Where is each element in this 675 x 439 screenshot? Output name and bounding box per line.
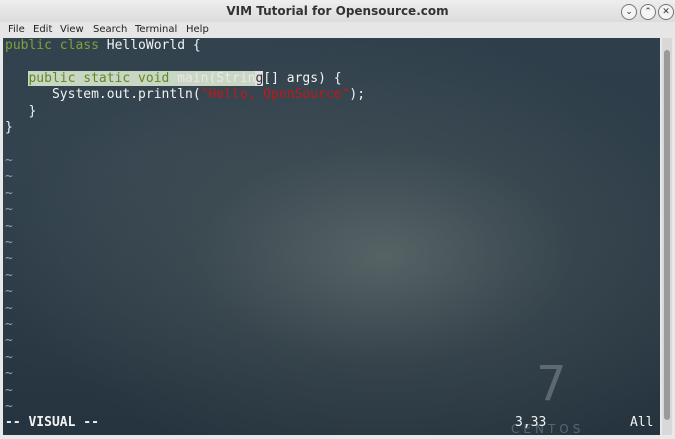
tilde-marker: ~ — [5, 382, 13, 398]
tilde-marker: ~ — [5, 185, 13, 201]
tilde-marker: ~ — [5, 153, 13, 168]
tilde-marker: ~ — [5, 399, 13, 414]
tilde-marker: ~ — [5, 202, 13, 218]
menu-help[interactable]: Help — [186, 24, 209, 35]
tilde-marker: ~ — [5, 300, 13, 316]
code-line-4: System.out.println("Hello, OpenSource"); — [51, 87, 366, 102]
menu-search[interactable]: Search — [93, 24, 127, 35]
vim-editor-area[interactable]: 7 CENTOS public class HelloWorld { publi… — [3, 38, 660, 435]
vim-mode-indicator: -- VISUAL -- — [5, 415, 99, 430]
tilde-marker: ~ — [5, 284, 13, 300]
tilde-marker: ~ — [5, 333, 13, 349]
centos-watermark-number: 7 — [536, 356, 567, 412]
scrollbar[interactable] — [662, 38, 672, 435]
tilde-marker: ~ — [5, 366, 13, 382]
code-line-5: } — [5, 104, 37, 119]
tilde-marker: ~ — [5, 317, 13, 332]
minimize-icon[interactable]: ⌄ — [621, 4, 637, 20]
scroll-position: All — [630, 415, 654, 430]
code-line-1: public class HelloWorld { — [5, 38, 201, 53]
code-line-6: } — [5, 120, 13, 135]
window-title: VIM Tutorial for Opensource.com — [226, 4, 449, 18]
menu-terminal[interactable]: Terminal — [135, 24, 177, 35]
tilde-marker: ~ — [5, 169, 13, 185]
tilde-marker: ~ — [5, 251, 13, 267]
scrollbar-thumb[interactable] — [664, 50, 670, 420]
tilde-marker: ~ — [5, 218, 13, 234]
tilde-marker: ~ — [5, 235, 13, 250]
tilde-marker: ~ — [5, 267, 13, 283]
close-icon[interactable]: ✕ — [658, 4, 674, 20]
menu-file[interactable]: File — [8, 24, 25, 35]
terminal-window: VIM Tutorial for Opensource.com ⌄ ⌃ ✕ Fi… — [0, 0, 675, 439]
menu-edit[interactable]: Edit — [33, 24, 52, 35]
maximize-icon[interactable]: ⌃ — [640, 4, 656, 20]
visual-selection: public static void main(Strin — [28, 71, 256, 86]
menu-bar: File Edit View Search Terminal Help — [0, 22, 675, 38]
tilde-marker: ~ — [5, 349, 13, 365]
menu-view[interactable]: View — [60, 24, 84, 35]
code-line-3: public static void main(String[] args) { — [28, 71, 342, 86]
title-bar: VIM Tutorial for Opensource.com ⌄ ⌃ ✕ — [0, 0, 675, 22]
cursor-position: 3,33 — [515, 415, 547, 430]
